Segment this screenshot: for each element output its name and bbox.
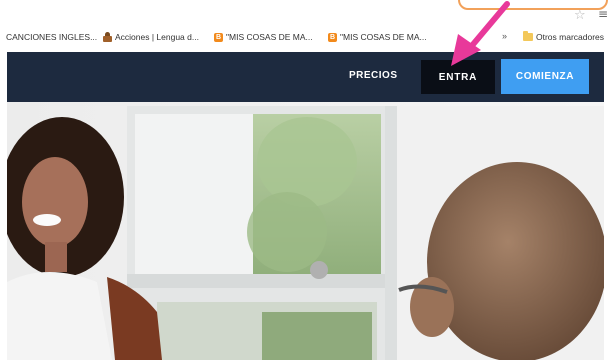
other-bookmarks-label: Otros marcadores xyxy=(536,32,605,42)
other-bookmarks[interactable]: Otros marcadores xyxy=(523,31,605,42)
bookmark-label: CANCIONES INGLES... xyxy=(6,32,98,42)
bookmark-label: "MIS COSAS DE MA... xyxy=(340,32,427,42)
bookmark-item[interactable]: B "MIS COSAS DE MA... xyxy=(214,32,313,42)
signup-button[interactable]: COMIENZA xyxy=(501,59,589,94)
blogger-icon: B xyxy=(214,32,223,42)
bookmark-item[interactable]: B "MIS COSAS DE MA... xyxy=(328,32,427,42)
acorn-icon xyxy=(103,32,112,42)
bookmark-label: Acciones | Lengua d... xyxy=(115,32,199,42)
login-button[interactable]: ENTRA xyxy=(421,60,495,94)
blogger-icon: B xyxy=(328,32,337,42)
bookmark-star-icon[interactable]: ☆ xyxy=(574,8,586,23)
bookmarks-bar: CANCIONES INGLES... Acciones | Lengua d.… xyxy=(0,28,613,48)
bookmark-label: "MIS COSAS DE MA... xyxy=(226,32,313,42)
hero-image xyxy=(7,102,604,360)
bookmark-item[interactable]: Acciones | Lengua d... xyxy=(103,32,199,42)
hero-photo xyxy=(7,102,604,360)
browser-menu-icon[interactable]: ≡ xyxy=(598,7,608,21)
bookmark-item[interactable]: CANCIONES INGLES... xyxy=(6,32,97,42)
nav-link-precios[interactable]: PRECIOS xyxy=(349,70,398,81)
site-navbar: PRECIOS ENTRA COMIENZA xyxy=(7,52,604,102)
browser-toolbar: ☆ ≡ xyxy=(0,0,613,24)
bookmarks-overflow-button[interactable]: » xyxy=(502,31,507,41)
folder-icon xyxy=(523,31,533,41)
